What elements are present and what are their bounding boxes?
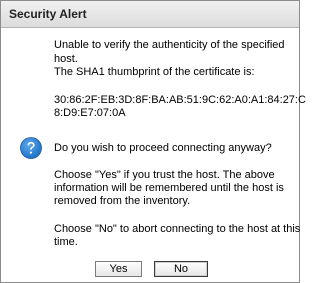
message-line: Unable to verify the authenticity of the… [54, 39, 285, 51]
title-bar[interactable]: Security Alert [1, 1, 299, 28]
thumbprint-line: 8:D9:E7:07:0A [54, 107, 126, 119]
no-explanation-line: time. [54, 236, 78, 248]
thumbprint-line: 30:86:2F:EB:3D:8F:BA:AB:51:9C:62:A0:A1:8… [54, 94, 306, 106]
message-line: host. [54, 53, 78, 65]
yes-explanation-line: information will be remembered until the… [54, 182, 284, 194]
security-alert-dialog: Security Alert Unable to verify the auth… [0, 0, 306, 283]
yes-explanation-line: Choose "Yes" if you trust the host. The … [54, 169, 275, 181]
dialog-title: Security Alert [9, 7, 87, 21]
question-text: Do you wish to proceed connecting anyway… [54, 142, 272, 154]
yes-button[interactable]: Yes [95, 261, 142, 277]
question-icon [20, 137, 42, 159]
no-explanation-line: Choose "No" to abort connecting to the h… [54, 223, 301, 235]
message-line: The SHA1 thumbprint of the certificate i… [54, 66, 255, 78]
no-button[interactable]: No [154, 261, 208, 277]
yes-explanation-line: removed from the inventory. [54, 195, 191, 207]
